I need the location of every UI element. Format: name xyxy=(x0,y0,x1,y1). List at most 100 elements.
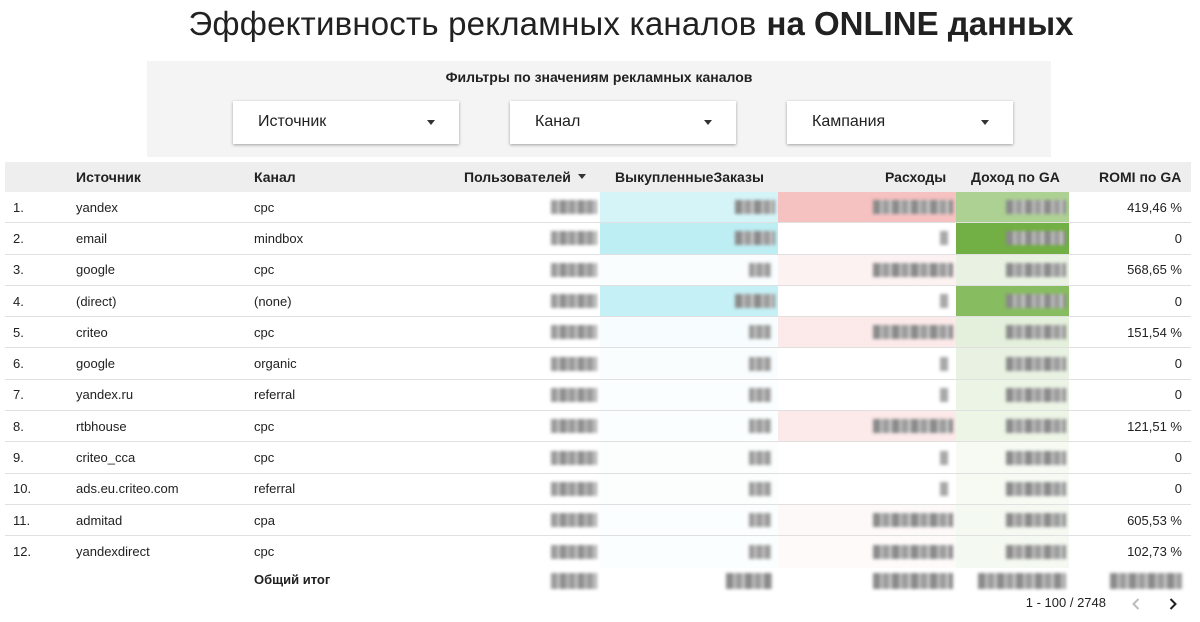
redacted-value xyxy=(1006,231,1066,246)
channel-cell: referral xyxy=(254,481,296,497)
channel-cell: cpc xyxy=(254,262,275,278)
total-romi xyxy=(1069,568,1182,594)
row-number: 7. xyxy=(13,387,24,403)
table-row[interactable]: 6. google organic 0 xyxy=(5,348,1191,380)
channel-cell: cpc xyxy=(254,450,275,466)
romi-cell: 605,53 % xyxy=(1127,512,1182,528)
filters-panel: Фильтры по значениям рекламных каналов И… xyxy=(147,61,1051,157)
chevron-right-icon[interactable] xyxy=(1164,595,1182,613)
revenue-cell xyxy=(956,411,1069,442)
redacted-value xyxy=(749,450,771,465)
cost-cell xyxy=(778,286,956,316)
channel-filter-dropdown[interactable]: Канал xyxy=(510,101,736,144)
redacted-value xyxy=(1006,200,1066,215)
orders-cell xyxy=(600,317,778,348)
total-users xyxy=(542,568,600,594)
source-filter-dropdown[interactable]: Источник xyxy=(233,101,459,144)
table-row[interactable]: 1. yandex cpc 419,46 % xyxy=(5,192,1191,224)
channel-cell: (none) xyxy=(254,293,292,309)
users-cell xyxy=(542,192,600,222)
channel-cell: cpc xyxy=(254,199,275,215)
redacted-value xyxy=(940,387,948,402)
redacted-value xyxy=(551,200,597,215)
row-number: 6. xyxy=(13,356,24,372)
table-row[interactable]: 7. yandex.ru referral 0 xyxy=(5,379,1191,412)
redacted-value xyxy=(749,356,771,371)
column-header-channel[interactable]: Канал xyxy=(254,162,296,192)
redacted-value xyxy=(1006,294,1066,309)
table-row[interactable]: 2. email mindbox 0 xyxy=(5,223,1191,255)
revenue-cell xyxy=(956,536,1069,568)
table-row[interactable]: 3. google cpc 568,65 % xyxy=(5,254,1191,286)
page-title: Эффективность рекламных каналов на ONLINE… xyxy=(0,2,1200,46)
table-row[interactable]: 9. criteo_cca cpc 0 xyxy=(5,442,1191,474)
redacted-value xyxy=(1006,325,1066,340)
redacted-value xyxy=(551,262,597,277)
source-cell: email xyxy=(76,230,108,246)
redacted-value xyxy=(873,200,953,215)
dropdown-label: Канал xyxy=(535,113,581,130)
cost-cell xyxy=(778,192,956,223)
revenue-cell xyxy=(956,192,1069,223)
channel-cell: referral xyxy=(254,387,296,403)
orders-cell xyxy=(600,285,778,317)
redacted-value xyxy=(551,544,597,559)
users-cell xyxy=(542,505,600,535)
column-header-romi[interactable]: ROMI по GA xyxy=(1099,162,1181,192)
orders-cell xyxy=(600,411,778,442)
orders-cell xyxy=(600,442,778,473)
filters-heading: Фильтры по значениям рекламных каналов xyxy=(445,69,753,85)
redacted-value xyxy=(749,262,771,277)
redacted-value xyxy=(873,262,953,277)
total-cost xyxy=(778,568,956,594)
row-number: 9. xyxy=(13,450,24,466)
romi-cell: 0 xyxy=(1174,450,1182,466)
table-row[interactable]: 12. yandexdirect cpc 102,73 % xyxy=(5,536,1191,568)
row-number: 2. xyxy=(13,230,24,246)
redacted-value xyxy=(749,481,771,496)
caret-down-icon xyxy=(427,120,435,125)
redacted-value xyxy=(1006,513,1066,528)
total-revenue xyxy=(956,568,1069,594)
pagination-range: 1 - 100 / 2748 xyxy=(1025,595,1106,610)
source-cell: criteo_cca xyxy=(76,450,136,466)
revenue-cell xyxy=(956,317,1069,348)
redacted-value xyxy=(1006,262,1066,277)
total-orders xyxy=(600,568,778,594)
table-row[interactable]: 8. rtbhouse cpc 121,51 % xyxy=(5,411,1191,443)
romi-cell: 0 xyxy=(1174,230,1182,246)
redacted-value xyxy=(1006,356,1066,371)
redacted-value xyxy=(940,294,948,309)
column-header-cost[interactable]: Расходы xyxy=(885,162,946,192)
table-row[interactable]: 5. criteo cpc 151,54 % xyxy=(5,317,1191,349)
redacted-value xyxy=(873,544,953,559)
cost-cell xyxy=(778,474,956,504)
table-header: Источник Канал Пользователей Выкупленные… xyxy=(5,162,1191,192)
table-row[interactable]: 11. admitad cpa 605,53 % xyxy=(5,504,1191,537)
row-number: 11. xyxy=(13,512,31,528)
column-header-revenue[interactable]: Доход по GA xyxy=(971,162,1060,192)
row-number: 4. xyxy=(13,293,24,309)
table-row[interactable]: 4. (direct) (none) 0 xyxy=(5,285,1191,318)
redacted-value xyxy=(940,450,948,465)
column-header-orders[interactable]: ВыкупленныеЗаказы xyxy=(615,162,764,192)
romi-cell: 0 xyxy=(1174,481,1182,497)
users-cell xyxy=(542,411,600,441)
redacted-value xyxy=(551,513,597,528)
users-cell xyxy=(542,380,600,410)
chevron-left-icon[interactable] xyxy=(1127,595,1145,613)
redacted-value xyxy=(735,200,775,215)
row-number: 10. xyxy=(13,481,32,497)
column-header-source[interactable]: Источник xyxy=(76,162,141,192)
campaign-filter-dropdown[interactable]: Кампания xyxy=(787,101,1013,144)
redacted-value xyxy=(940,231,948,246)
row-number: 12. xyxy=(13,544,32,560)
romi-cell: 0 xyxy=(1174,293,1182,309)
table-row[interactable]: 10. ads.eu.criteo.com referral 0 xyxy=(5,473,1191,505)
column-header-users[interactable]: Пользователей xyxy=(464,162,586,192)
redacted-value xyxy=(873,325,953,340)
orders-cell xyxy=(600,192,778,223)
romi-cell: 0 xyxy=(1174,356,1182,372)
cost-cell xyxy=(778,380,956,410)
cost-cell xyxy=(778,504,956,536)
